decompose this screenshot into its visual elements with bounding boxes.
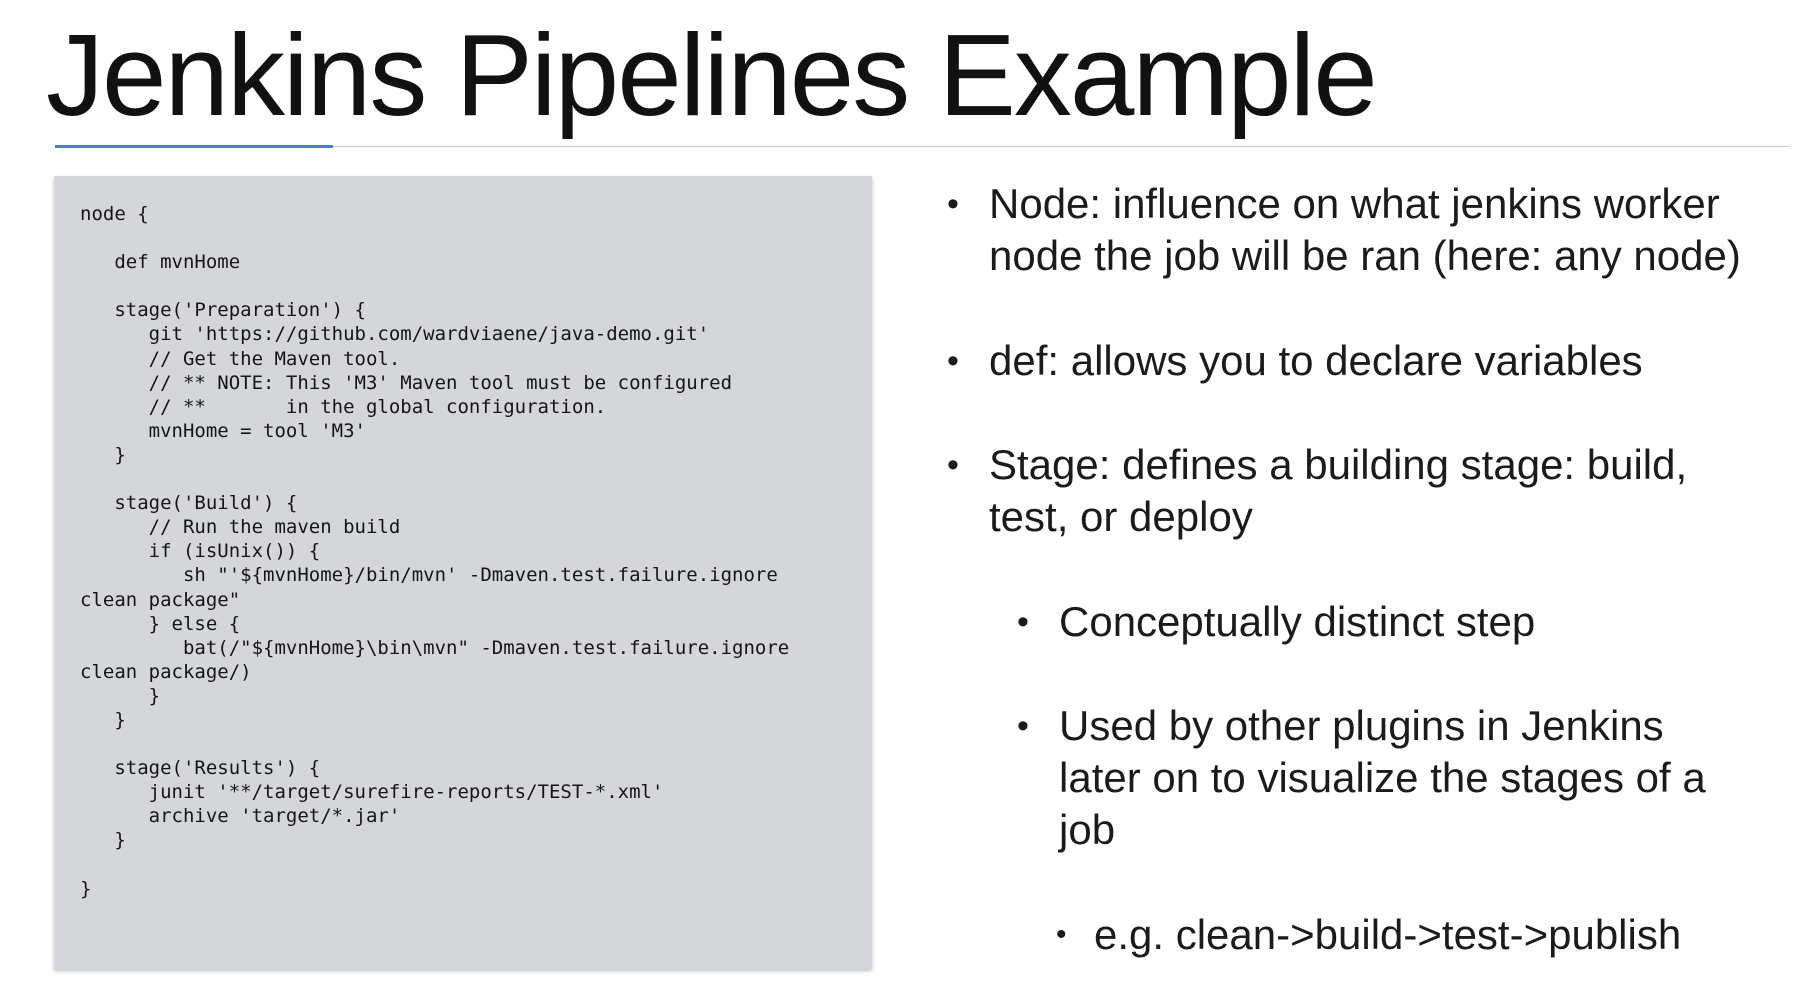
bullet-text-line: Node: influence on what jenkins worker [989,180,1720,227]
bullet-text-line: Stage: defines a building stage: build, [989,441,1688,488]
bullet-text-line: job [1059,806,1116,853]
bullet-stage: • Stage: defines a building stage: build… [947,439,1688,543]
code-panel: node { def mvnHome stage('Preparation') … [54,176,872,969]
bullet-text-line: Used by other plugins in Jenkins [1059,702,1664,749]
bullet-marker: • [1017,603,1029,641]
bullet-used-by-plugins: • Used by other plugins in Jenkins later… [1017,700,1706,856]
slide-title: Jenkins Pipelines Example [46,10,1378,140]
bullet-example: • e.g. clean->build->test->publish [1056,909,1682,961]
bullet-marker: • [947,185,959,223]
bullet-text-line: def: allows you to declare variables [989,337,1643,384]
bullet-marker: • [947,446,959,484]
bullet-def: • def: allows you to declare variables [947,335,1643,387]
code-snippet: node { def mvnHome stage('Preparation') … [80,203,790,900]
title-divider-accent [55,145,333,148]
bullet-text-line: Conceptually distinct step [1059,598,1536,645]
bullet-marker: • [1017,707,1029,745]
bullet-marker: • [947,342,959,380]
bullet-text-line: node the job will be ran (here: any node… [989,232,1741,279]
bullet-node: • Node: influence on what jenkins worker… [947,178,1741,282]
bullet-marker: • [1056,918,1067,951]
bullet-text-line: e.g. clean->build->test->publish [1094,911,1682,958]
bullet-conceptually-distinct: • Conceptually distinct step [1017,596,1536,648]
bullet-text-line: later on to visualize the stages of a [1059,754,1706,801]
bullet-text-line: test, or deploy [989,493,1253,540]
